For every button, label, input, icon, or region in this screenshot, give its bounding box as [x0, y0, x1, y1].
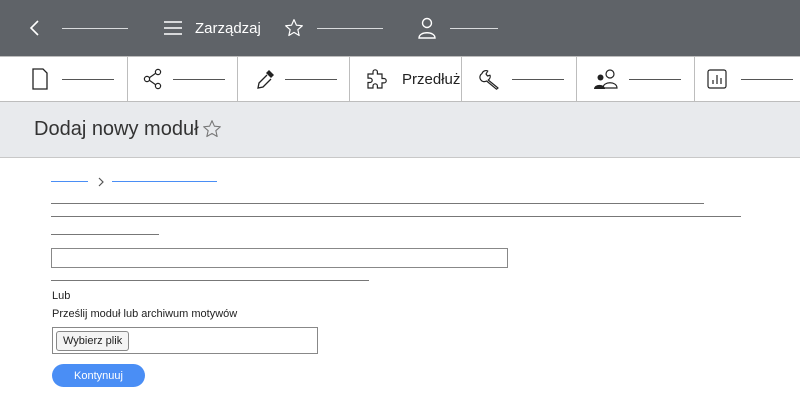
or-label: Lub: [52, 290, 71, 302]
manage-label: Zarządzaj: [195, 19, 261, 37]
choose-file-button[interactable]: Wybierz plik: [56, 331, 130, 351]
eyedropper-tool[interactable]: [256, 57, 337, 101]
extend-tool[interactable]: Przedłuż: [366, 57, 460, 101]
puzzle-icon: [367, 69, 387, 89]
continue-button[interactable]: Kontynuuj: [52, 364, 145, 387]
star-icon: [285, 19, 303, 37]
share-icon: [143, 68, 162, 90]
star-icon: [203, 120, 221, 138]
back-button[interactable]: [28, 0, 42, 56]
favorites-button[interactable]: [284, 0, 304, 56]
wrench-icon: [479, 70, 499, 90]
toolbar: Przedłuż: [0, 56, 800, 102]
settings-tool[interactable]: [479, 57, 564, 101]
manage-menu-button[interactable]: Zarządzaj: [163, 0, 261, 56]
input-hint-line: [51, 280, 369, 281]
menu-icon: [164, 21, 182, 35]
top-bar: Zarządzaj: [0, 0, 800, 56]
page-title: Dodaj nowy moduł: [34, 118, 199, 140]
description-line-1: [51, 203, 704, 204]
extend-label: Przedłuż: [402, 70, 461, 88]
share-tool[interactable]: [143, 57, 225, 101]
favorite-page-button[interactable]: [202, 119, 222, 144]
topbar-placeholder-2: [317, 0, 383, 56]
users-tool[interactable]: [593, 57, 681, 101]
account-button[interactable]: [417, 0, 437, 56]
description-line-3: [51, 234, 159, 235]
breadcrumb-link-home[interactable]: [51, 181, 88, 182]
eyedropper-icon: [257, 70, 274, 89]
module-url-input[interactable]: [51, 248, 508, 268]
chevron-left-icon: [29, 20, 39, 36]
chevron-right-icon: [97, 175, 105, 193]
document-icon: [32, 68, 48, 90]
bar-chart-icon: [707, 69, 727, 89]
stats-tool[interactable]: [707, 57, 793, 101]
breadcrumb-link-section[interactable]: [112, 181, 217, 182]
page-tool[interactable]: [32, 57, 114, 101]
description-line-2: [51, 216, 741, 217]
user-icon: [418, 17, 436, 39]
users-icon: [594, 69, 618, 89]
topbar-placeholder-1: [62, 0, 128, 56]
upload-label: Prześlij moduł lub archiwum motywów: [52, 308, 238, 320]
topbar-placeholder-3: [450, 0, 498, 56]
